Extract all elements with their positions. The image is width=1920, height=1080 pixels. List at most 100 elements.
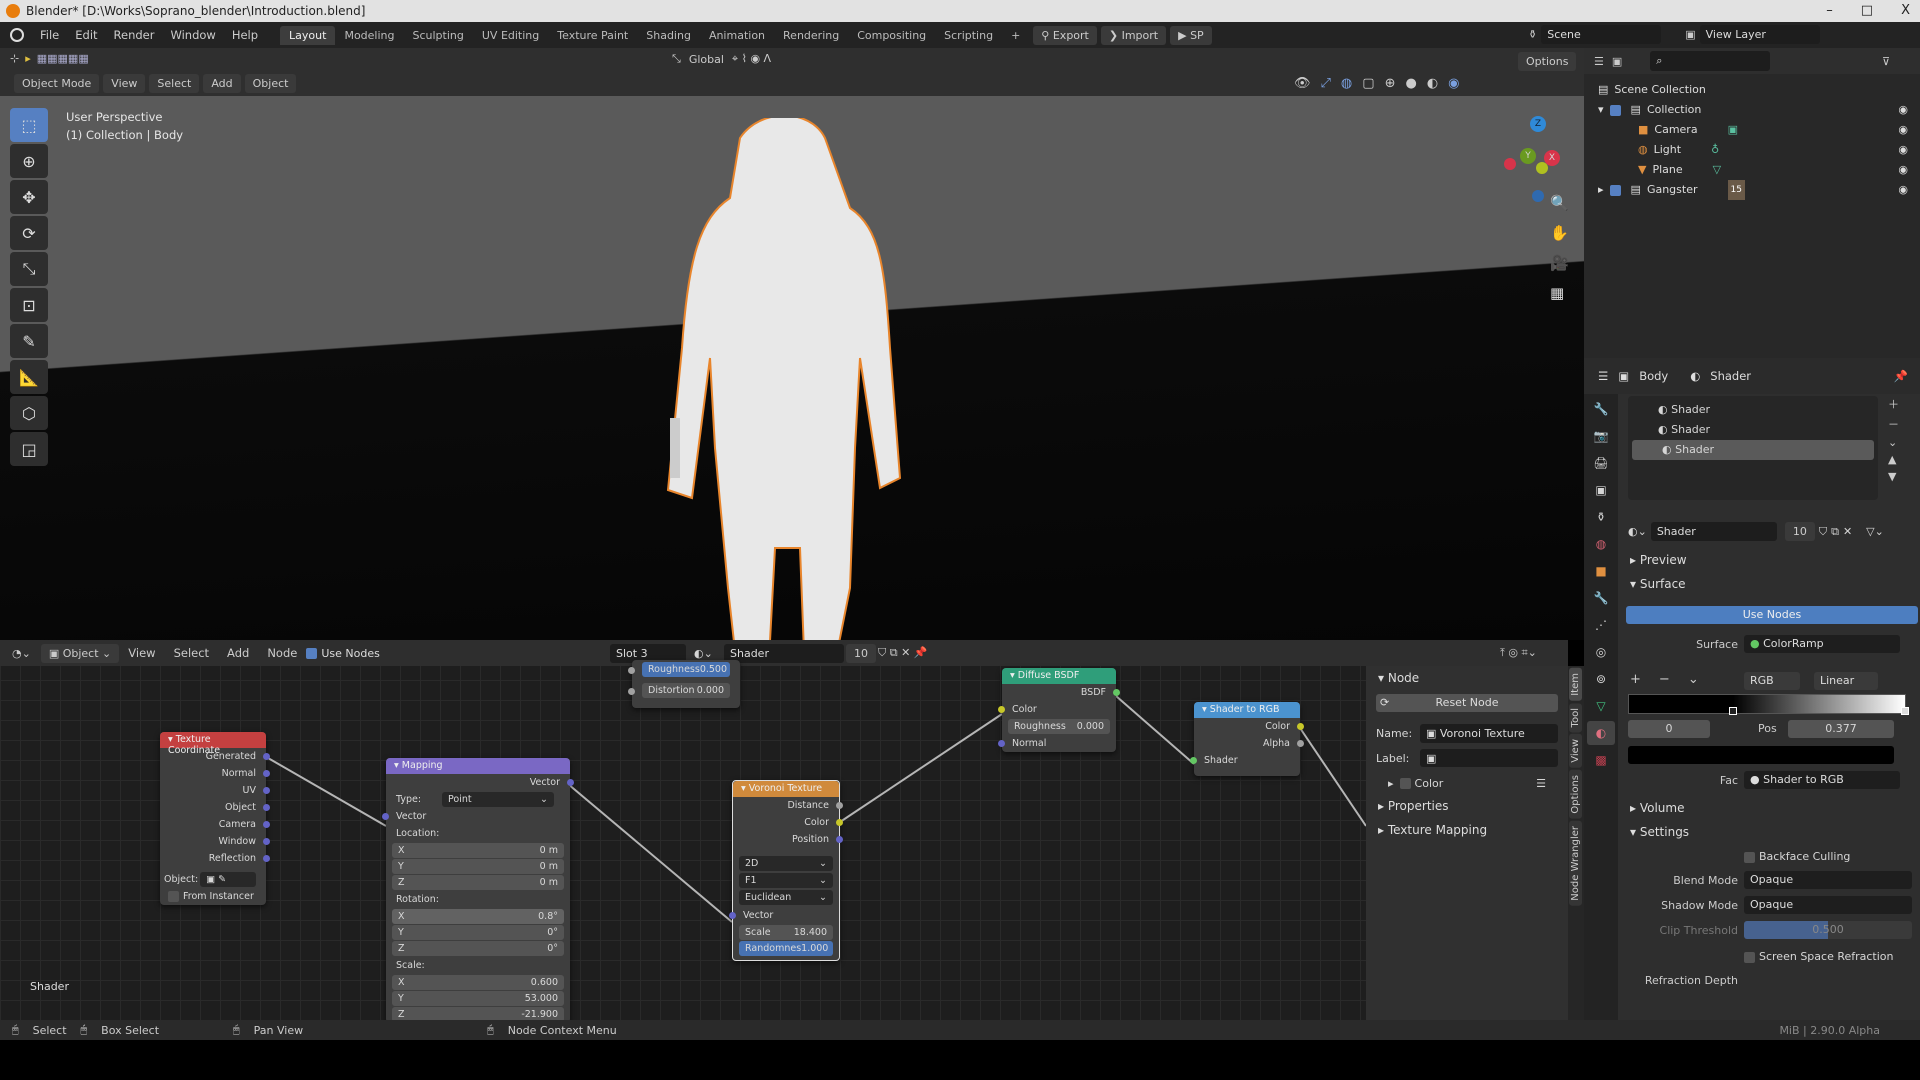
filter-icon[interactable]: ⊽ xyxy=(1882,55,1890,68)
add-workspace-button[interactable]: + xyxy=(1002,26,1029,45)
viewport-menu-view[interactable]: View xyxy=(103,74,146,93)
rotation-z-field[interactable]: Z 0° xyxy=(392,941,564,956)
randomness-field[interactable]: Randomnes 1.000 xyxy=(739,941,833,956)
scale-x-field[interactable]: X 0.600 xyxy=(392,975,564,990)
socket[interactable] xyxy=(382,813,389,820)
socket[interactable] xyxy=(567,779,574,786)
node-panel-header[interactable]: ▾ Node xyxy=(1366,666,1568,690)
clip-threshold-slider[interactable]: 0.500 xyxy=(1744,921,1912,939)
menu-help[interactable]: Help xyxy=(224,28,266,42)
data-tab-icon[interactable]: ▽ xyxy=(1587,694,1615,718)
exclude-checkbox[interactable] xyxy=(1609,184,1621,196)
add-stop-button[interactable]: + xyxy=(1630,672,1641,687)
material-actions-icons[interactable]: ⛉ ⧉ ✕ 📌 xyxy=(878,646,928,660)
outliner-item-collection[interactable]: ▾ ▤ Collection ◉ xyxy=(1598,100,1920,120)
sidebar-tab-node-wrangler[interactable]: Node Wrangler xyxy=(1569,820,1582,906)
overlay-toggle-icon[interactable]: ◍ xyxy=(1341,76,1352,91)
material-slot-list[interactable]: ◐ Shader ◐ Shader ◐ Shader xyxy=(1628,396,1878,500)
surface-panel[interactable]: ▾ Surface xyxy=(1618,572,1686,596)
ortho-toggle-icon[interactable]: ▦ xyxy=(1550,284,1569,302)
import-button[interactable]: ❯ Import xyxy=(1100,25,1167,45)
slot-item[interactable]: ◐ Shader xyxy=(1628,420,1878,440)
viewport-menu-select[interactable]: Select xyxy=(149,74,200,93)
socket[interactable] xyxy=(836,819,843,826)
eye-icon[interactable]: ◉ xyxy=(1898,140,1908,160)
3d-viewport[interactable]: ⊹ ▸ ▦▦▦▦▦ ⤡ Global ⌖ ⌇ ◉ Λ Options Objec… xyxy=(0,48,1584,640)
socket[interactable] xyxy=(1190,757,1197,764)
rotation-y-field[interactable]: Y 0° xyxy=(392,925,564,940)
gizmo-neg-y[interactable] xyxy=(1536,162,1548,174)
shadow-mode-dropdown[interactable]: Opaque xyxy=(1744,896,1912,914)
socket[interactable] xyxy=(1297,740,1304,747)
expand-arrow-icon[interactable]: ▾ xyxy=(1598,100,1604,120)
menu-window[interactable]: Window xyxy=(162,28,223,42)
material-tab-icon[interactable]: ◐ xyxy=(1587,721,1615,745)
select-mode-icons[interactable]: ▦▦▦▦▦ xyxy=(37,52,89,65)
socket[interactable] xyxy=(729,912,736,919)
menu-edit[interactable]: Edit xyxy=(67,28,105,42)
tab-layout[interactable]: Layout xyxy=(280,25,336,45)
shader-type-dropdown[interactable]: ▣ Object ⌄ xyxy=(40,643,120,663)
roughness-value[interactable]: 0.500 xyxy=(700,662,727,677)
move-tool-icon[interactable]: ✥ xyxy=(10,180,48,214)
maximize-button[interactable]: □ xyxy=(1861,0,1873,22)
physics-tab-icon[interactable]: ◎ xyxy=(1587,640,1615,664)
socket[interactable] xyxy=(1297,723,1304,730)
stop-position-field[interactable]: 0.377 xyxy=(1788,720,1894,738)
socket[interactable] xyxy=(263,855,270,862)
tab-shading[interactable]: Shading xyxy=(637,26,700,45)
outliner-search-input[interactable]: ⌕ xyxy=(1650,51,1771,71)
transform-tool-icon[interactable]: ⊡ xyxy=(10,288,48,322)
socket[interactable] xyxy=(263,787,270,794)
object-mode-dropdown[interactable]: Object Mode xyxy=(14,74,100,93)
select-tool-icon[interactable]: ▸ xyxy=(25,52,31,65)
node-texture-coordinate[interactable]: ▾ Texture Coordinate Generated Normal UV… xyxy=(160,732,270,905)
menu-file[interactable]: File xyxy=(32,28,67,42)
surface-shader-field[interactable]: ● ColorRamp xyxy=(1744,635,1900,653)
tab-uv-editing[interactable]: UV Editing xyxy=(473,26,548,45)
options-dropdown[interactable]: Options xyxy=(1518,52,1577,71)
tab-animation[interactable]: Animation xyxy=(700,26,774,45)
gizmo-z[interactable]: Z xyxy=(1530,116,1546,132)
camera-view-icon[interactable]: 🎥 xyxy=(1550,254,1569,272)
scale-tool-icon[interactable]: ⤡ xyxy=(10,252,48,286)
socket[interactable] xyxy=(836,836,843,843)
filter-view-icon[interactable]: ▣ xyxy=(1612,55,1622,68)
solid-shading-icon[interactable]: ● xyxy=(1405,76,1416,91)
ssr-checkbox[interactable]: Screen Space Refraction xyxy=(1744,950,1894,963)
feature-dropdown[interactable]: F1 ⌄ xyxy=(739,873,833,888)
sp-button[interactable]: ▶ SP xyxy=(1170,25,1212,45)
material-users-count[interactable]: 10 xyxy=(1784,522,1815,541)
scene-icon[interactable]: ⚱ xyxy=(1528,28,1537,41)
export-button[interactable]: ⚲ Export xyxy=(1033,25,1097,45)
rotation-x-field[interactable]: X 0.8° xyxy=(392,909,564,924)
preview-panel[interactable]: ▸ Preview xyxy=(1618,548,1687,572)
socket[interactable] xyxy=(836,802,843,809)
node-shader-to-rgb[interactable]: ▾ Shader to RGB Color Alpha Shader xyxy=(1190,702,1304,776)
color-ramp-gradient[interactable] xyxy=(1628,694,1909,715)
socket[interactable] xyxy=(998,706,1005,713)
object-picker[interactable]: ▣ ✎ xyxy=(200,872,257,887)
mesh-data-icon[interactable]: ▽ xyxy=(1713,160,1721,180)
outliner-item-plane[interactable]: ▼ Plane ▽ ◉ xyxy=(1598,160,1920,180)
particles-tab-icon[interactable]: ⋰ xyxy=(1587,613,1615,637)
render-tab-icon[interactable]: 📷 xyxy=(1587,424,1615,448)
slot-item-selected[interactable]: ◐ Shader xyxy=(1632,440,1874,460)
fac-input-field[interactable]: ● Shader to RGB xyxy=(1744,771,1900,789)
texture-tab-icon[interactable]: ▩ xyxy=(1587,748,1615,772)
pan-view-icon[interactable]: ✋ xyxy=(1550,224,1569,242)
node-material-field[interactable]: Shader xyxy=(724,643,844,663)
location-z-field[interactable]: Z0 m xyxy=(392,875,564,890)
mapping-type-dropdown[interactable]: Point ⌄ xyxy=(442,792,554,807)
viewport-menu-add[interactable]: Add xyxy=(203,74,241,93)
gizmo-neg-z[interactable] xyxy=(1532,190,1544,202)
transform-pivot-icon[interactable]: ⊹ xyxy=(10,52,19,65)
browse-material-icon[interactable]: ◐⌄ xyxy=(694,647,713,660)
interpolation-dropdown[interactable]: Linear xyxy=(1814,672,1878,690)
editor-type-icon[interactable]: ◔⌄ xyxy=(12,647,31,660)
modifier-tab-icon[interactable]: 🔧 xyxy=(1587,586,1615,610)
sidebar-tab-item[interactable]: Item xyxy=(1569,668,1582,701)
eye-icon[interactable]: ◉ xyxy=(1898,180,1908,200)
node-mapping[interactable]: ▾ Mapping Vector Type: Point ⌄ Vector Loca… xyxy=(382,758,574,1023)
move-slot-up-button[interactable]: ▲ xyxy=(1888,453,1899,466)
